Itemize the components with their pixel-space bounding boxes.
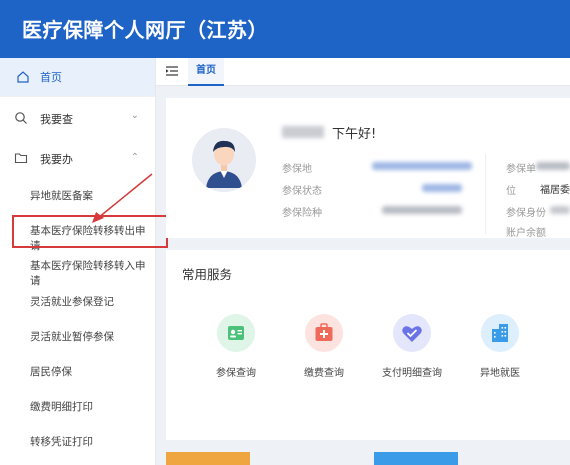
sidebar-subitem[interactable]: 灵活就业参保登记 xyxy=(0,286,155,316)
sidebar-subitem[interactable]: 居民停保 xyxy=(0,356,155,386)
service-label: 支付明细查询 xyxy=(382,368,442,379)
sidebar-subitem-label: 灵活就业参保登记 xyxy=(30,296,114,308)
id-card-icon xyxy=(228,326,244,340)
label-insured-place: 参保地 xyxy=(282,164,312,175)
label-insured-status: 参保状态 xyxy=(282,186,322,197)
sidebar-subitem-label: 转移凭证打印 xyxy=(30,436,93,448)
value-redacted xyxy=(536,162,570,170)
value-redacted xyxy=(550,206,570,214)
sidebar-subitem-label: 缴费明细打印 xyxy=(30,401,93,413)
label-unit-cont: 位 xyxy=(506,186,516,197)
sidebar-subitem-label: 灵活就业暂停参保 xyxy=(30,331,114,343)
service-icon-bg xyxy=(217,314,255,352)
search-icon xyxy=(15,112,27,124)
service-label: 异地就医 xyxy=(480,368,520,379)
service-icon-bg xyxy=(393,314,431,352)
sidebar-item-query[interactable]: 我要查 ⌄ xyxy=(0,100,155,136)
home-icon xyxy=(17,71,29,83)
user-avatar-icon xyxy=(192,128,256,192)
service-icon-bg xyxy=(305,314,343,352)
service-icon-bg xyxy=(481,314,519,352)
value-redacted xyxy=(422,184,462,192)
building-icon xyxy=(492,324,508,342)
sidebar-item-label: 我要查 xyxy=(40,113,73,126)
tab-bar: 首页 xyxy=(156,58,570,86)
bottom-card-blue xyxy=(374,452,458,465)
sidebar-subitem-label: 居民停保 xyxy=(30,366,72,378)
sidebar-subitem[interactable]: 转移凭证打印 xyxy=(0,426,155,456)
section-title: 常用服务 xyxy=(182,267,233,282)
menu-toggle-icon[interactable] xyxy=(166,66,178,76)
folder-icon xyxy=(14,153,28,164)
sidebar-subitem[interactable]: 基本医疗保险转移转入申请 xyxy=(0,250,155,287)
tab-home[interactable]: 首页 xyxy=(188,58,224,86)
divider xyxy=(0,96,155,97)
sidebar-item-label: 首页 xyxy=(40,71,62,84)
service-label: 参保查询 xyxy=(216,368,256,379)
sidebar-item-label: 我要办 xyxy=(40,153,73,166)
label-insured-identity: 参保身份 xyxy=(506,208,546,219)
unit-value: 福居委 xyxy=(540,185,570,196)
medical-kit-icon xyxy=(315,323,333,341)
sidebar-subitem[interactable]: 灵活就业暂停参保 xyxy=(0,321,155,351)
user-name-redacted xyxy=(282,126,324,138)
label-insurance-type: 参保险种 xyxy=(282,208,322,219)
avatar xyxy=(192,128,256,192)
annotation-arrow-icon xyxy=(92,173,153,223)
label-insured-unit: 参保单 xyxy=(506,164,536,175)
value-redacted xyxy=(382,206,462,214)
chevron-up-icon: ⌃ xyxy=(130,152,139,163)
value-redacted xyxy=(372,162,472,170)
heart-check-icon xyxy=(402,326,422,342)
chevron-down-icon: ⌄ xyxy=(130,110,139,121)
app-title: 医疗保障个人网厅（江苏） xyxy=(22,18,268,42)
app-header: 医疗保障个人网厅（江苏） xyxy=(0,0,570,58)
label-account-balance: 账户余额 xyxy=(506,228,546,239)
sidebar: 首页 我要查 ⌄ 我要办 ⌃ 异地就医备案 基本医疗保险转移转出申请 基本医疗保… xyxy=(0,58,156,465)
sidebar-subitem-label: 基本医疗保险转移转入申请 xyxy=(30,260,146,287)
sidebar-subitem[interactable]: 缴费明细打印 xyxy=(0,391,155,421)
common-services-card: 常用服务 参保查询 缴费查询 支付明细查询 异地就医 xyxy=(166,250,570,440)
service-label: 缴费查询 xyxy=(304,368,344,379)
bottom-card-orange xyxy=(166,452,250,465)
divider xyxy=(485,154,486,234)
user-info-card: 下午好! 参保地 参保状态 参保险种 参保单 位 福居委 参保身份 账户余额 xyxy=(166,98,570,239)
greeting-text: 下午好! xyxy=(332,127,377,142)
sidebar-item-home[interactable]: 首页 xyxy=(0,58,155,96)
tab-label: 首页 xyxy=(196,65,216,76)
